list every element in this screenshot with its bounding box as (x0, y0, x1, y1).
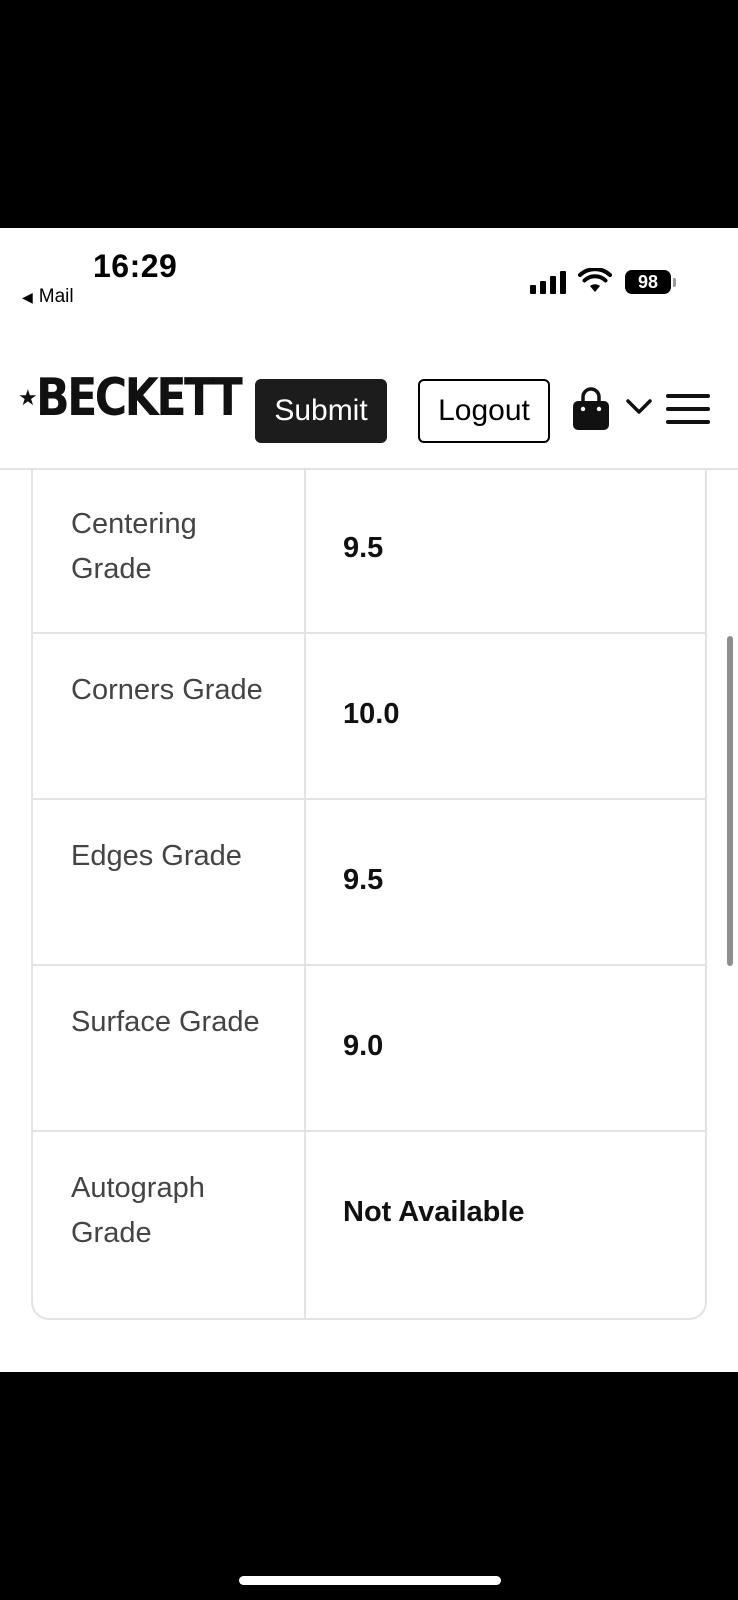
back-to-mail-link[interactable]: ◀ Mail (22, 286, 74, 308)
status-bar: 16:29 ◀ Mail 98 (0, 228, 738, 318)
table-row: Surface Grade 9.0 (33, 966, 705, 1132)
table-row: Autograph Grade Not Available (33, 1132, 705, 1298)
table-row: Corners Grade 10.0 (33, 634, 705, 800)
grade-value: 9.5 (343, 864, 384, 896)
logo-text: BECKETT (35, 368, 243, 428)
logout-button[interactable]: Logout (418, 379, 550, 443)
grade-value: 9.5 (343, 532, 384, 564)
grade-label: Corners Grade (71, 674, 263, 706)
wifi-icon (578, 268, 612, 292)
logo-star-icon: ★ (18, 385, 38, 410)
status-time: 16:29 (93, 248, 178, 284)
cellular-signal-icon (530, 270, 566, 294)
chevron-down-icon[interactable] (625, 398, 653, 416)
table-row: Edges Grade 9.5 (33, 800, 705, 966)
grade-value: 9.0 (343, 1030, 384, 1062)
battery-cap (673, 278, 676, 287)
grade-value: Not Available (343, 1196, 525, 1228)
grade-label: Autograph Grade (71, 1172, 205, 1249)
grade-label: Surface Grade (71, 1006, 260, 1038)
grades-table: Centering Grade 9.5 Corners Grade 10.0 E… (31, 468, 707, 1320)
scrollbar[interactable] (727, 636, 733, 966)
table-row: Centering Grade 9.5 (33, 468, 705, 634)
back-arrow-icon: ◀ (22, 288, 33, 305)
submit-button[interactable]: Submit (255, 379, 387, 443)
grade-value: 10.0 (343, 698, 400, 730)
battery-icon: 98 (625, 270, 671, 294)
home-indicator[interactable] (239, 1576, 501, 1585)
site-header: ★ BECKETT Submit Logout (0, 318, 738, 470)
cart-icon[interactable] (571, 386, 611, 432)
grade-label: Centering Grade (71, 508, 197, 585)
phone-screen: 16:29 ◀ Mail 98 ★ BECKETT Submit Logout (0, 228, 738, 1372)
top-letterbox (0, 0, 738, 228)
bottom-letterbox (0, 1372, 738, 1600)
back-app-label: Mail (38, 286, 74, 307)
beckett-logo[interactable]: ★ BECKETT (18, 368, 276, 428)
grade-label: Edges Grade (71, 840, 242, 872)
hamburger-menu-icon[interactable] (666, 392, 710, 426)
